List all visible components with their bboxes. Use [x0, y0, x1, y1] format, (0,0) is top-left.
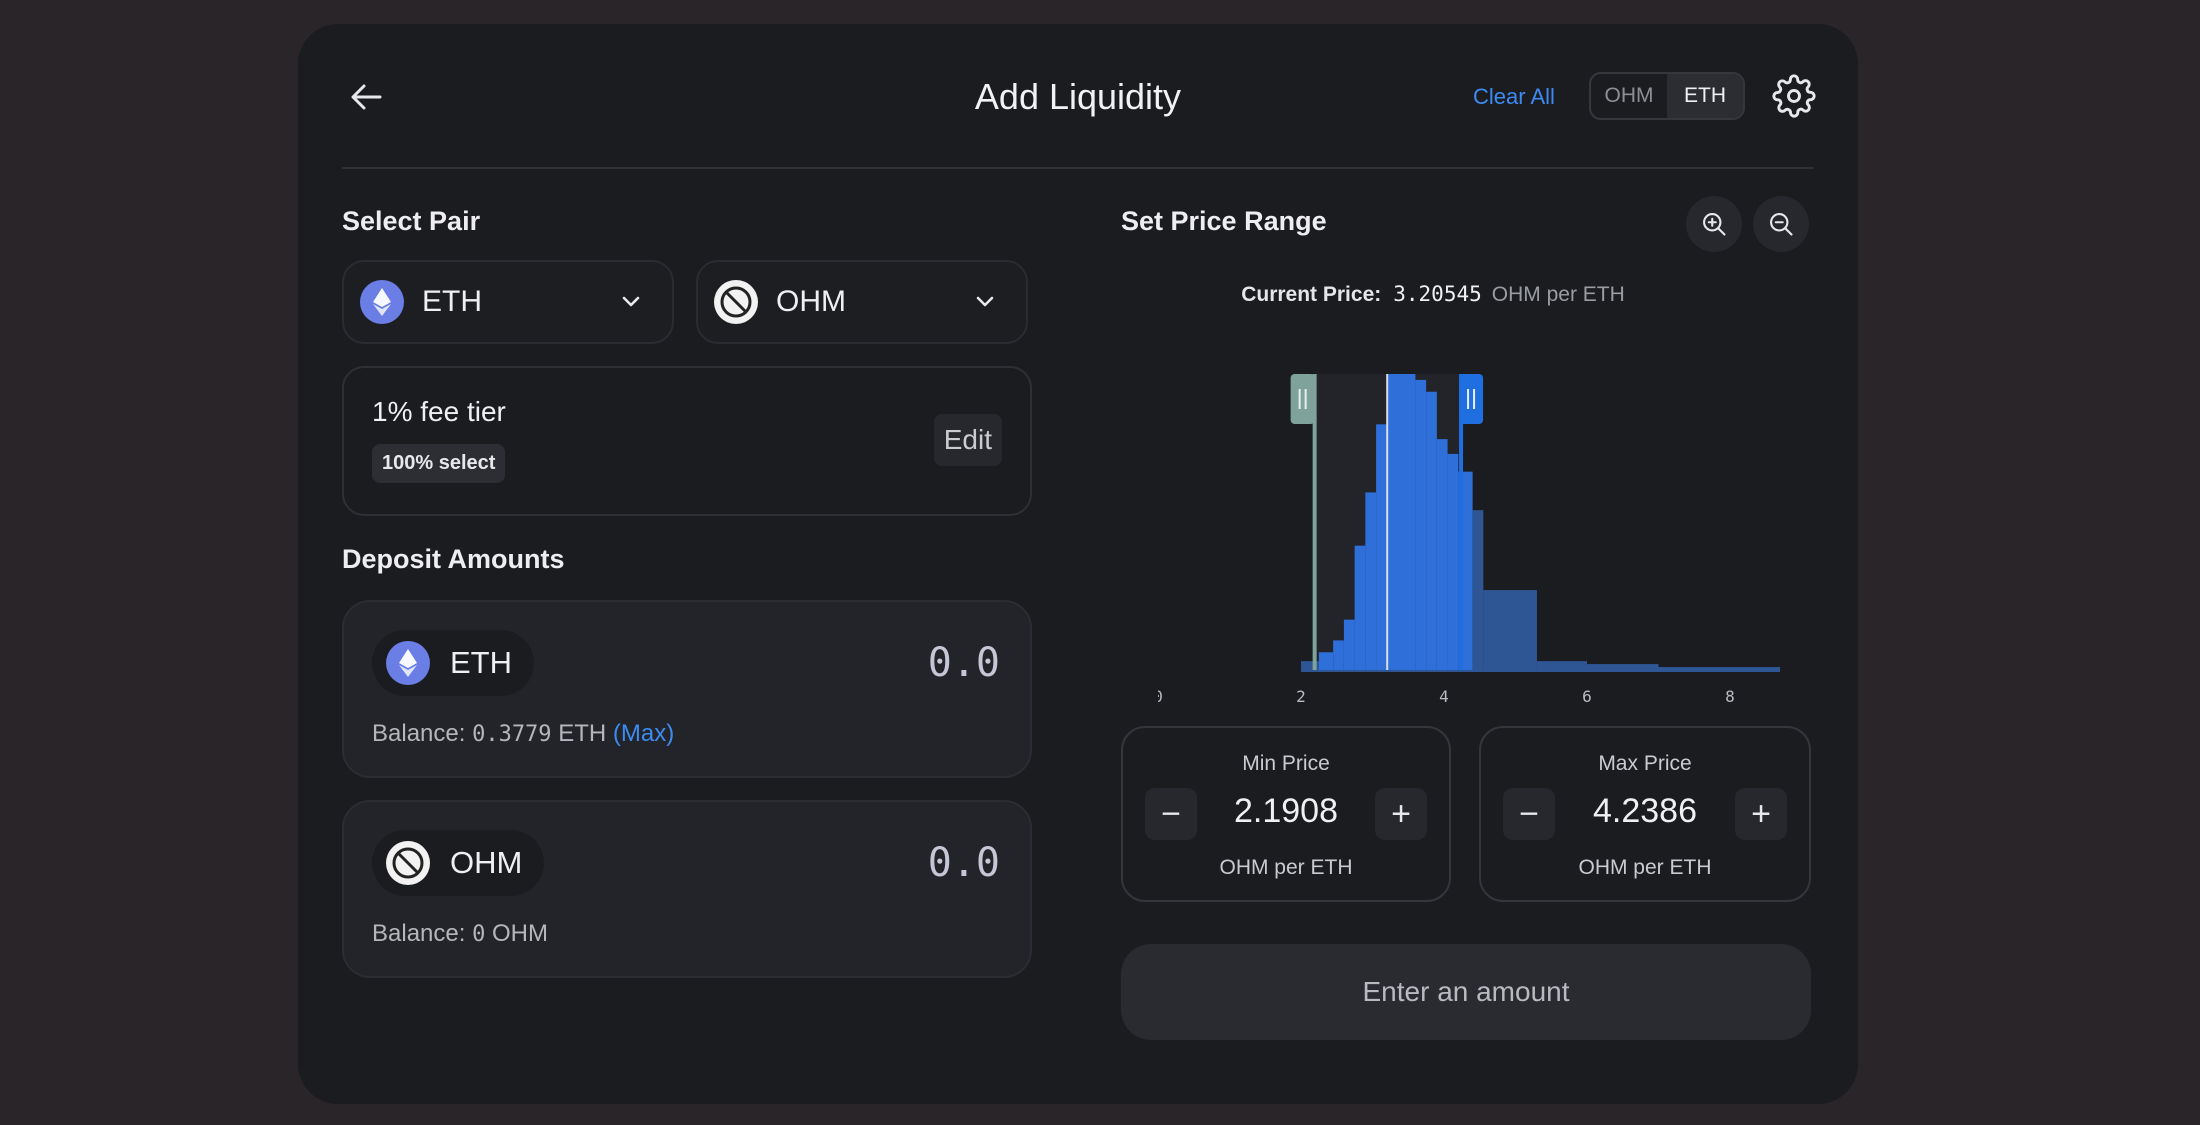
fee-tier-label: 1% fee tier [372, 396, 506, 427]
ohm-icon [386, 841, 430, 885]
chevron-down-icon [976, 296, 994, 307]
max-range-handle[interactable] [1459, 374, 1484, 424]
current-price: Current Price: 3.20545 OHM per ETH [1078, 282, 1788, 307]
eth-balance-prefix: Balance: [372, 720, 473, 747]
chevron-down-icon [622, 296, 640, 307]
liquidity-bar [1472, 510, 1484, 670]
price-unit-toggle: OHM ETH [1589, 72, 1745, 120]
ohm-token-symbol: OHM [450, 845, 523, 880]
min-price-label: Min Price [1242, 752, 1330, 775]
enter-amount-button[interactable]: Enter an amount [1121, 944, 1811, 1040]
eth-token-symbol: ETH [450, 645, 512, 680]
max-button[interactable]: (Max) [613, 720, 674, 747]
liquidity-bar [1415, 379, 1427, 670]
liquidity-bar [1333, 640, 1344, 670]
min-price-panel: Min Price − 2.1908 + OHM per ETH [1121, 726, 1451, 902]
eth-balance-value: 0.3779 [472, 722, 552, 747]
ohm-balance-value: 0 [472, 922, 486, 947]
liquidity-bar [1354, 545, 1366, 670]
add-liquidity-card: Add Liquidity Clear All OHM ETH Select P… [298, 24, 1858, 1104]
min-price-increment-button[interactable]: + [1375, 788, 1427, 840]
fee-select-badge: 100% select [372, 444, 506, 483]
token-b-select[interactable]: OHM [696, 260, 1028, 344]
liquidity-bar [1436, 439, 1448, 670]
eth-balance: Balance: 0.3779 ETH (Max) [372, 720, 674, 748]
liquidity-bar [1365, 492, 1377, 670]
liquidity-bar [1483, 590, 1537, 670]
liquidity-bar [1318, 652, 1334, 670]
liquidity-bar [1386, 374, 1416, 670]
eth-amount-input[interactable] [740, 640, 1000, 686]
toggle-eth[interactable]: ETH [1667, 74, 1743, 118]
edit-fee-button[interactable]: Edit [933, 414, 1002, 466]
zoom-in-icon[interactable] [1686, 196, 1742, 252]
ohm-deposit-panel: OHM Balance: 0 OHM [342, 800, 1032, 978]
liquidity-bar [1536, 661, 1587, 670]
x-tick-label: 0 [1158, 687, 1163, 706]
eth-token-chip[interactable]: ETH [372, 630, 534, 696]
select-pair-label: Select Pair [342, 206, 481, 236]
min-range-handle[interactable] [1290, 374, 1315, 424]
set-price-range-label: Set Price Range [1121, 206, 1327, 236]
toggle-ohm[interactable]: OHM [1591, 74, 1667, 118]
liquidity-chart[interactable]: 0 2 4 6 8 [1158, 344, 1828, 714]
x-tick-label: 4 [1439, 687, 1449, 706]
eth-deposit-panel: ETH Balance: 0.3779 ETH (Max) [342, 600, 1032, 778]
x-tick-label: 8 [1725, 687, 1735, 706]
eth-balance-unit: ETH [551, 720, 607, 747]
liquidity-bar [1447, 453, 1459, 670]
current-price-unit: OHM per ETH [1491, 283, 1625, 306]
ohm-balance-prefix: Balance: [372, 920, 473, 947]
liquidity-bar [1658, 667, 1781, 670]
liquidity-bar [1343, 619, 1355, 670]
ohm-balance: Balance: 0 OHM [372, 920, 548, 948]
x-tick-label: 2 [1296, 687, 1306, 706]
liquidity-bar [1376, 424, 1387, 670]
x-tick-label: 6 [1582, 687, 1592, 706]
deposit-amounts-label: Deposit Amounts [342, 544, 565, 574]
zoom-out-icon[interactable] [1753, 196, 1809, 252]
liquidity-bar [1587, 664, 1659, 670]
token-a-symbol: ETH [422, 285, 482, 318]
min-price-unit: OHM per ETH [1219, 856, 1353, 879]
current-price-value: 3.20545 [1393, 282, 1482, 306]
eth-icon [360, 280, 404, 324]
gear-icon[interactable] [1772, 74, 1816, 118]
liquidity-bar [1426, 391, 1437, 670]
max-price-panel: Max Price − 4.2386 + OHM per ETH [1479, 726, 1811, 902]
token-b-symbol: OHM [776, 285, 846, 318]
clear-all-button[interactable]: Clear All [1473, 84, 1555, 110]
max-price-increment-button[interactable]: + [1735, 788, 1787, 840]
max-price-unit: OHM per ETH [1578, 856, 1712, 879]
ohm-amount-input[interactable] [740, 840, 1000, 886]
max-price-label: Max Price [1598, 752, 1692, 775]
ohm-balance-unit: OHM [485, 920, 548, 947]
header-divider [342, 167, 1814, 169]
token-a-select[interactable]: ETH [342, 260, 674, 344]
ohm-token-chip[interactable]: OHM [372, 830, 545, 896]
current-price-label: Current Price: [1241, 283, 1382, 306]
eth-icon [386, 641, 430, 685]
fee-tier-panel: 1% fee tier 100% select Edit [342, 366, 1032, 516]
ohm-icon [714, 280, 758, 324]
